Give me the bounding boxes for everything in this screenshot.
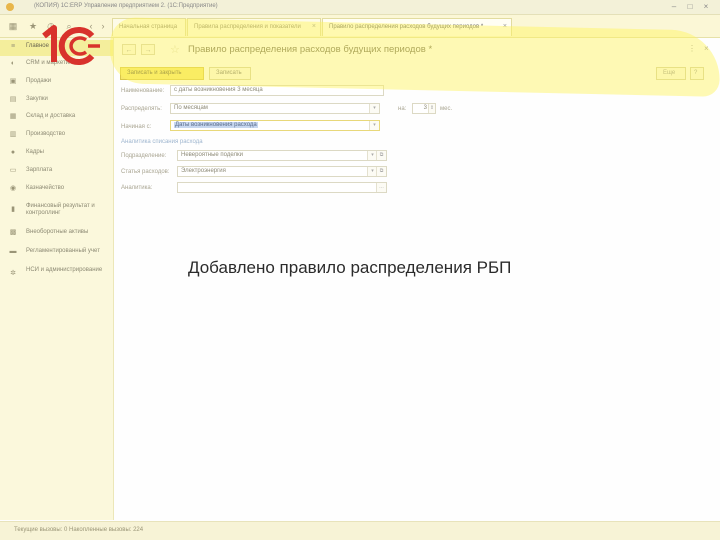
sidebar-item-label: Зарплата (26, 167, 53, 173)
sidebar: ≡ Главное ◐ CRM и маркетинг ▣ Продажи ▤ … (0, 38, 114, 520)
chevron-down-icon[interactable]: ▾ (369, 104, 379, 113)
sidebar-item-label: Казначейство (26, 185, 65, 191)
division-label: Подразделение: (121, 153, 167, 159)
start-label: Начиная с: (121, 124, 152, 130)
stepper-icon[interactable]: ⇕ (428, 104, 435, 113)
sidebar-item-admin[interactable]: ✲ НСИ и администрирование (0, 264, 113, 286)
name-value: с даты возникновения 3 месяца (174, 87, 263, 93)
start-value: Даты возникновения расхода (174, 122, 258, 128)
analytics-label: Аналитика: (121, 185, 153, 191)
sidebar-item-purchases[interactable]: ▤ Закупки (0, 93, 113, 109)
document-form: ← → ☆ Правило распределения расходов буд… (114, 38, 720, 520)
sidebar-item-sales[interactable]: ▣ Продажи (0, 75, 113, 91)
status-bar: Текущие вызовы: 0 Накопленные вызовы: 22… (0, 521, 720, 540)
sidebar-item-financial-result[interactable]: ▮ Финансовый результат и контроллинг (0, 200, 113, 222)
sidebar-item-salary[interactable]: ▭ Зарплата (0, 164, 113, 180)
open-link-icon[interactable]: ⧉ (376, 167, 386, 176)
division-value: Невероятные поделки (181, 152, 243, 158)
distribute-select[interactable]: По месяцам ▾ (170, 103, 380, 114)
window-titlebar: (КОПИЯ) 1С:ERP Управление предприятием 2… (0, 0, 720, 15)
sidebar-item-label: Регламентированный учет (26, 248, 100, 254)
select-dots-icon[interactable]: … (376, 183, 386, 192)
assets-icon: ▩ (9, 229, 17, 236)
analytics-section-title: Аналитика списания расхода (121, 139, 203, 145)
1c-logo (42, 25, 100, 65)
gear-icon: ✲ (10, 270, 16, 277)
window-title: (КОПИЯ) 1С:ERP Управление предприятием 2… (34, 3, 218, 9)
sidebar-item-production[interactable]: ▥ Производство (0, 128, 113, 144)
expense-item-value: Электроэнергия (181, 168, 226, 174)
sidebar-item-label: Внеоборотные активы (26, 229, 89, 235)
basket-icon: ▤ (9, 96, 17, 103)
chart-icon: ▮ (11, 206, 15, 213)
sidebar-item-label: Производство (26, 131, 66, 137)
sidebar-item-label: Кадры (26, 149, 44, 155)
person-icon: ● (10, 149, 16, 156)
favorites-star-icon[interactable]: ★ (28, 21, 38, 31)
for-label: на: (398, 106, 407, 112)
warehouse-icon: ▦ (9, 113, 17, 120)
sidebar-item-warehouse[interactable]: ▦ Склад и доставка (0, 110, 113, 126)
expense-item-label: Статья расходов: (121, 169, 170, 175)
status-text: Текущие вызовы: 0 Накопленные вызовы: 22… (14, 527, 144, 533)
distribute-value: По месяцам (174, 105, 208, 111)
division-field[interactable]: Невероятные поделки ▾ ⧉ (177, 150, 387, 161)
highlighter-mark (109, 17, 720, 97)
sidebar-item-label: НСИ и администрирование (26, 267, 103, 273)
open-link-icon[interactable]: ⧉ (376, 151, 386, 160)
sidebar-item-label: Финансовый результат и контроллинг (26, 203, 95, 216)
months-count-input[interactable]: 3 ⇕ (412, 103, 436, 114)
salary-icon: ▭ (9, 167, 17, 174)
app-window: (КОПИЯ) 1С:ERP Управление предприятием 2… (0, 0, 720, 540)
treasury-icon: ◉ (9, 185, 17, 192)
distribute-label: Распределять: (121, 106, 162, 112)
sidebar-item-treasury[interactable]: ◉ Казначейство (0, 182, 113, 198)
expense-item-field[interactable]: Электроэнергия ▾ ⧉ (177, 166, 387, 177)
sidebar-item-label: Склад и доставка (26, 113, 76, 119)
factory-icon: ▥ (9, 131, 17, 138)
cart-icon: ▣ (9, 78, 17, 85)
name-label: Наименование: (121, 88, 165, 94)
sidebar-item-label: Закупки (26, 96, 48, 102)
analytics-field[interactable]: … (177, 182, 387, 193)
accounting-icon: ▬ (9, 248, 17, 255)
close-window-button[interactable]: × (700, 2, 712, 11)
start-select[interactable]: Даты возникновения расхода ▾ (170, 120, 380, 131)
months-unit-label: мес. (440, 106, 453, 112)
apps-grid-icon[interactable]: ▦ (8, 21, 18, 31)
sidebar-item-fixed-assets[interactable]: ▩ Внеоборотные активы (0, 226, 113, 242)
slide-caption: Добавлено правило распределения РБП (188, 258, 512, 277)
app-icon (6, 3, 14, 11)
menu-icon: ≡ (10, 43, 16, 50)
crm-icon: ◐ (10, 60, 16, 67)
minimize-button[interactable]: – (668, 2, 680, 11)
sidebar-item-label: Продажи (26, 78, 52, 84)
chevron-down-icon[interactable]: ▾ (369, 121, 379, 130)
months-count-value: 3 (423, 105, 427, 111)
maximize-button[interactable]: □ (684, 2, 696, 11)
sidebar-item-regulated-accounting[interactable]: ▬ Регламентированный учет (0, 245, 113, 261)
sidebar-item-hr[interactable]: ● Кадры (0, 146, 113, 162)
